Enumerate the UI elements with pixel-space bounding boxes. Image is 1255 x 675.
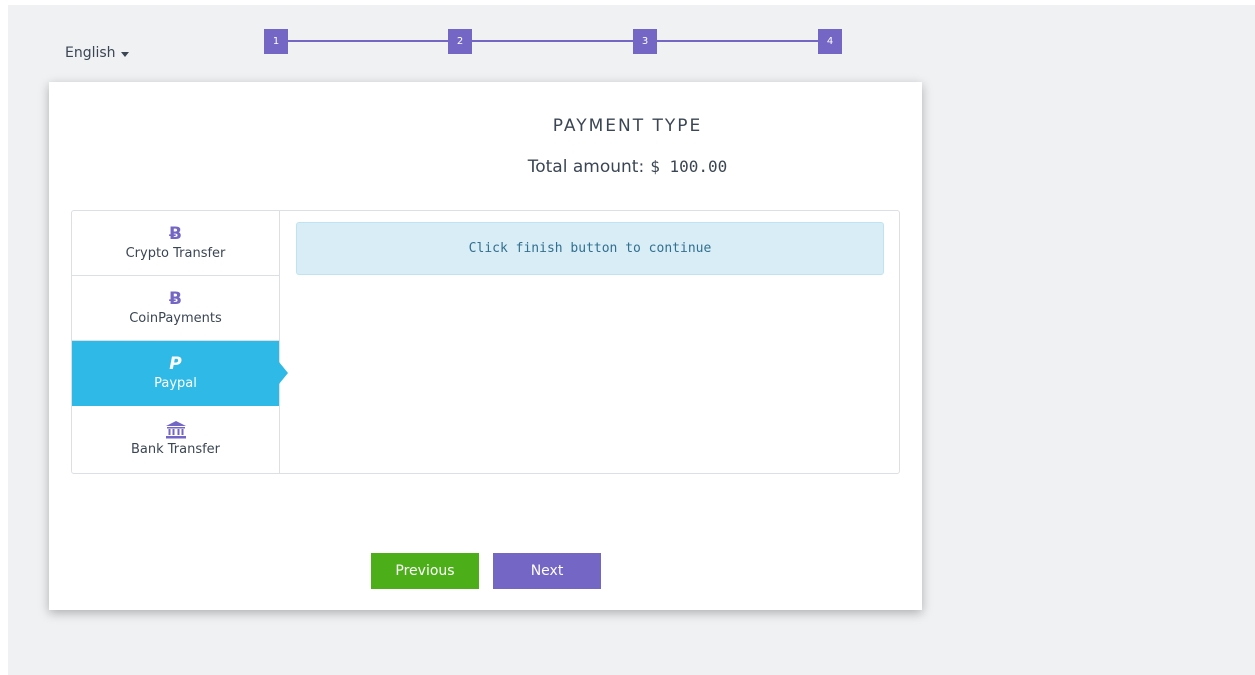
tab-crypto-transfer[interactable]: Ƀ Crypto Transfer — [72, 211, 279, 276]
page-title: PAYMENT TYPE — [552, 116, 703, 136]
tab-paypal[interactable]: P Paypal — [72, 341, 288, 406]
previous-button[interactable]: Previous — [371, 553, 479, 589]
step-2[interactable]: 2 — [448, 29, 472, 54]
bank-icon — [165, 420, 186, 438]
tab-coinpayments[interactable]: Ƀ CoinPayments — [72, 276, 279, 341]
tab-bank-transfer[interactable]: Bank Transfer — [72, 406, 279, 471]
step-3[interactable]: 3 — [633, 29, 657, 54]
progress-stepper: 1 2 3 4 — [264, 29, 844, 54]
total-amount-label: Total amount: — [527, 157, 645, 177]
payment-panel: Ƀ Crypto Transfer Ƀ CoinPayments P Paypa… — [71, 210, 900, 474]
language-label: English — [65, 45, 116, 61]
bitcoin-icon: Ƀ — [169, 224, 182, 244]
tab-label: Crypto Transfer — [125, 246, 226, 261]
language-selector[interactable]: English — [65, 45, 129, 61]
tab-label: CoinPayments — [129, 311, 222, 326]
step-4[interactable]: 4 — [818, 29, 842, 54]
info-alert: Click finish button to continue — [296, 222, 884, 275]
next-button[interactable]: Next — [493, 553, 601, 589]
stepper-line — [276, 40, 832, 42]
tab-label: Paypal — [154, 376, 197, 391]
paypal-icon: P — [169, 354, 182, 374]
total-amount: Total amount: $ 100.00 — [0, 157, 1255, 177]
payment-method-tabs: Ƀ Crypto Transfer Ƀ CoinPayments P Paypa… — [72, 211, 288, 473]
step-1[interactable]: 1 — [264, 29, 288, 54]
bitcoin-icon: Ƀ — [169, 289, 182, 309]
total-amount-value: $ 100.00 — [650, 157, 728, 176]
tab-label: Bank Transfer — [130, 441, 221, 457]
caret-down-icon — [120, 51, 129, 57]
